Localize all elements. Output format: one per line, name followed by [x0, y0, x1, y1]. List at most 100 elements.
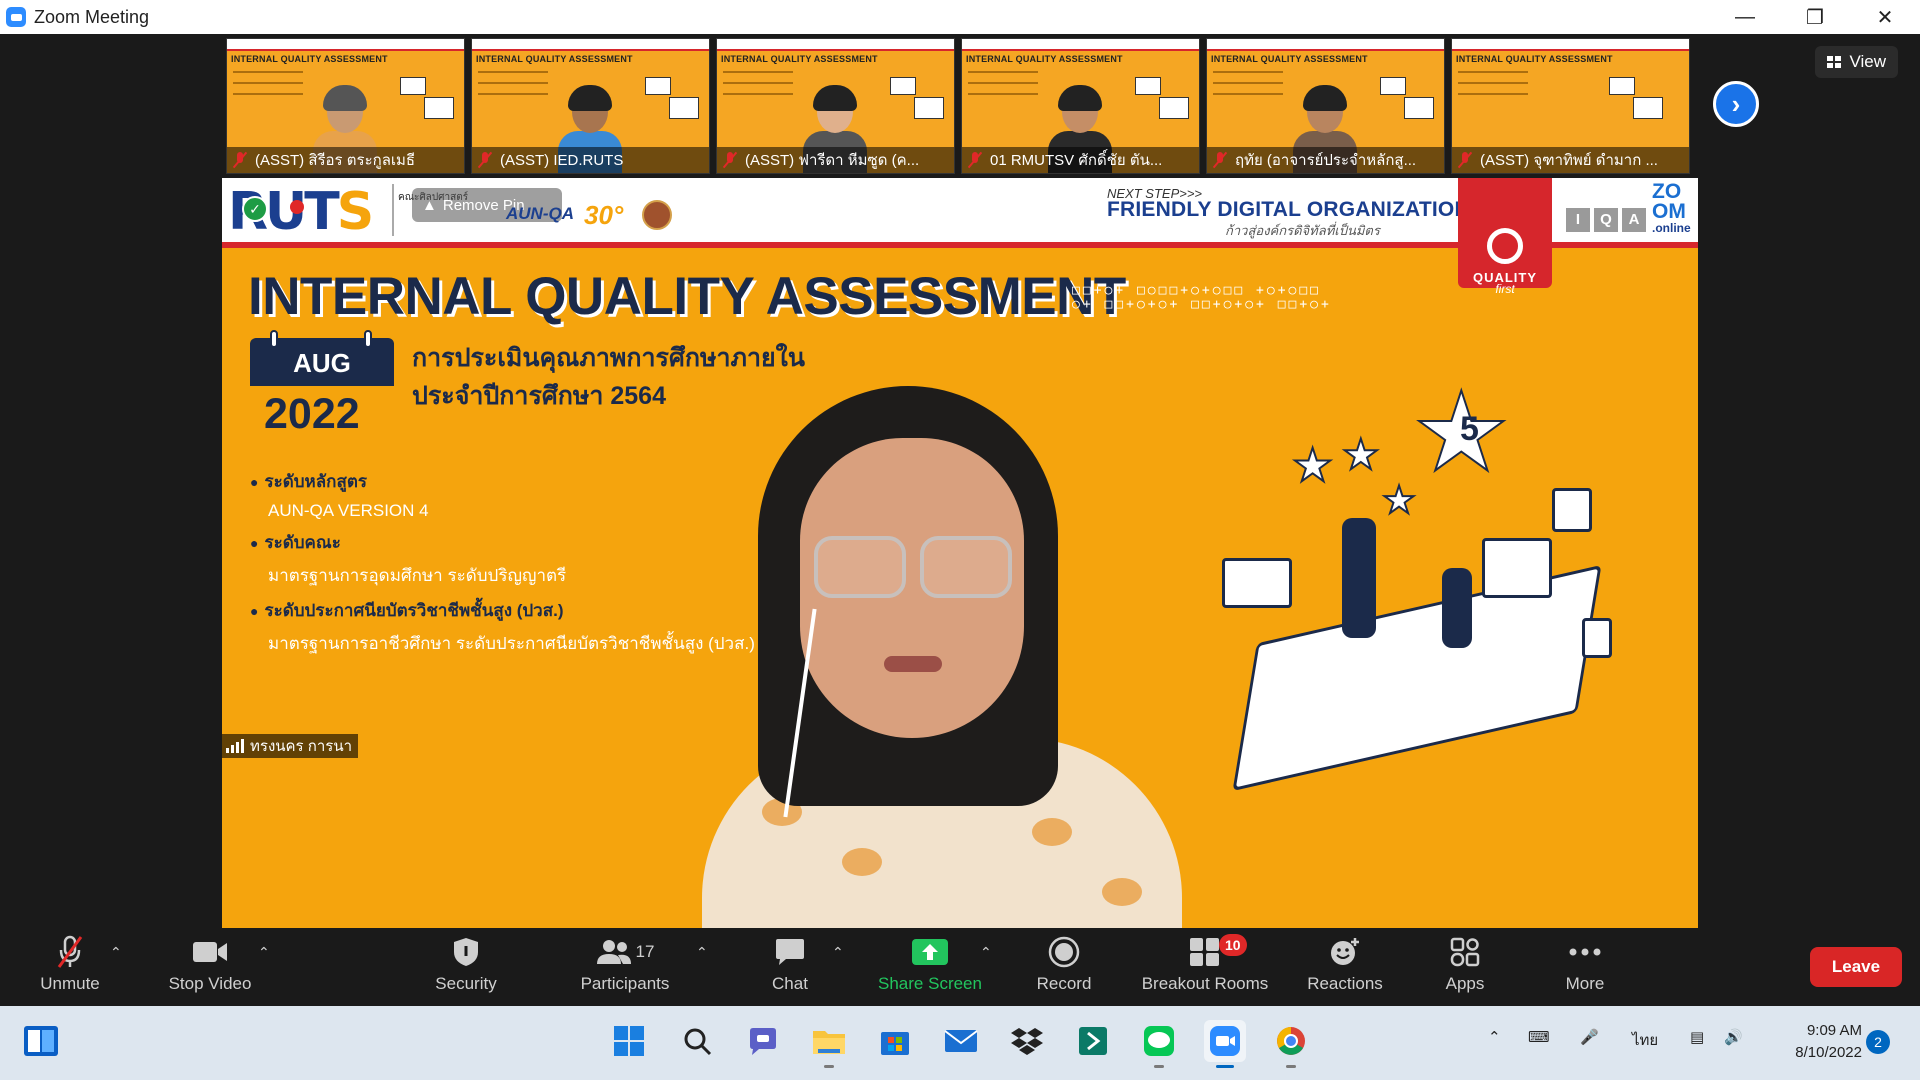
participant-thumbnail[interactable]: INTERNAL QUALITY ASSESSMENT (ASST) สิรีอ… [226, 38, 465, 174]
participant-name: (ASST) ฟารีดา หีมซูด (ค... [745, 152, 920, 169]
grid-icon [1827, 56, 1842, 68]
leave-button[interactable]: Leave [1810, 947, 1902, 987]
participants-count: 17 [635, 942, 655, 961]
chat-button[interactable]: Chat [750, 934, 830, 1000]
isometric-illustration: ★ 5 ★ ★ ★ [1222, 368, 1642, 848]
thumbnail-slide-heading: INTERNAL QUALITY ASSESSMENT [1456, 54, 1613, 64]
decorative-dots: □□+○+ □○□□+○+○□□ +○+○□□ ○+ □□+○+○+ □□+○+○… [1072, 283, 1332, 312]
thumbnail-slide-heading: INTERNAL QUALITY ASSESSMENT [476, 54, 633, 64]
file-explorer-icon[interactable] [808, 1020, 850, 1068]
system-clock[interactable]: 9:09 AM 8/10/2022 [1772, 1020, 1862, 1064]
participant-name: (ASST) จุฑาทิพย์ ดำมาก ... [1480, 152, 1658, 169]
windows-taskbar: ⌃ ⌨ 🎤 ไทย ▤ 🔊 9:09 AM 8/10/2022 2 [0, 1006, 1920, 1080]
breakout-rooms-icon: 10 [1189, 934, 1247, 970]
share-screen-button[interactable]: Share Screen [870, 934, 990, 1000]
minimize-button[interactable]: — [1710, 0, 1780, 34]
input-language[interactable]: ไทย [1632, 1028, 1658, 1052]
university-seal-icon [642, 200, 672, 230]
apps-icon [1450, 934, 1480, 970]
mail-icon[interactable] [940, 1020, 982, 1062]
participant-name: (ASST) IED.RUTS [500, 151, 624, 169]
dropbox-icon[interactable] [1006, 1020, 1048, 1062]
quality-first-badge: QUALITY first [1458, 178, 1552, 296]
volume-icon[interactable]: 🔊 [1724, 1028, 1743, 1046]
clock-time: 9:09 AM [1806, 1022, 1862, 1039]
participants-button[interactable]: 17 Participants [570, 934, 680, 1000]
meeting-toolbar: Unmute ⌃ Stop Video ⌃ Security 17 Partic… [0, 928, 1920, 1006]
mic-muted-icon [478, 151, 492, 169]
stop-video-button[interactable]: Stop Video [160, 934, 260, 1000]
zoom-app-icon [6, 7, 26, 27]
microphone-icon[interactable]: 🎤 [1580, 1028, 1599, 1046]
bullet-label: ระดับคณะ [250, 529, 755, 556]
record-icon [1048, 934, 1080, 970]
participant-thumbnail[interactable]: INTERNAL QUALITY ASSESSMENT (ASST) จุฑาท… [1451, 38, 1690, 174]
star-icon: ★ [1341, 430, 1381, 479]
mic-muted-icon [55, 934, 85, 970]
start-windows-icon[interactable] [608, 1020, 650, 1062]
security-button[interactable]: Security [426, 934, 506, 1000]
show-hidden-icons-chevron-icon[interactable]: ⌃ [1488, 1028, 1501, 1046]
participant-name: (ASST) สิรีอร ตระกูลเมธี [255, 152, 416, 169]
zoom-taskbar-icon[interactable] [1204, 1020, 1246, 1068]
smiley-icon [1329, 934, 1361, 970]
bullet-sub: AUN-QA VERSION 4 [268, 501, 429, 520]
participants-options-caret[interactable]: ⌃ [696, 944, 708, 961]
unmute-button[interactable]: Unmute [30, 934, 110, 1000]
chat-bubble-icon [774, 934, 806, 970]
mic-muted-icon [1213, 151, 1227, 169]
clock-date: 8/10/2022 [1795, 1044, 1862, 1061]
mic-muted-icon [1458, 151, 1472, 169]
notification-count-badge[interactable]: 2 [1866, 1030, 1890, 1054]
participant-thumbnail[interactable]: INTERNAL QUALITY ASSESSMENT (ASST) IED.R… [471, 38, 710, 174]
view-button[interactable]: View [1815, 46, 1898, 78]
bullet-sub: มาตรฐานการอุดมศึกษา ระดับปริญญาตรี [268, 566, 567, 585]
active-speaker-label: ทรงนคร การนา [222, 734, 359, 758]
network-icon[interactable]: ▤ [1690, 1028, 1704, 1046]
more-button[interactable]: More [1545, 934, 1625, 1000]
reactions-button[interactable]: Reactions [1300, 934, 1390, 1000]
record-button[interactable]: Record [1024, 934, 1104, 1000]
chrome-icon[interactable] [1270, 1020, 1312, 1068]
signal-strength-icon [226, 739, 244, 753]
video-options-caret[interactable]: ⌃ [258, 944, 270, 961]
apps-button[interactable]: Apps [1425, 934, 1505, 1000]
microsoft-store-icon[interactable] [874, 1020, 916, 1062]
sway-app-icon[interactable] [1072, 1020, 1114, 1062]
chevron-right-icon[interactable]: › [1713, 81, 1759, 127]
shield-icon [452, 934, 480, 970]
keyboard-icon[interactable]: ⌨ [1528, 1028, 1550, 1046]
breakout-count-badge: 10 [1219, 934, 1247, 956]
window-titlebar: Zoom Meeting — ❐ ✕ [0, 0, 1920, 34]
thumbnail-slide-heading: INTERNAL QUALITY ASSESSMENT [966, 54, 1123, 64]
participant-thumbnail[interactable]: INTERNAL QUALITY ASSESSMENT (ASST) ฟารีด… [716, 38, 955, 174]
thumbnail-slide-heading: INTERNAL QUALITY ASSESSMENT [721, 54, 878, 64]
line-app-icon[interactable] [1138, 1020, 1180, 1068]
friendly-digital-thai: ก้าวสู่องค์กรดิจิทัลที่เป็นมิตร [1225, 223, 1380, 238]
teams-chat-icon[interactable] [742, 1020, 784, 1062]
search-icon[interactable] [676, 1020, 718, 1062]
close-button[interactable]: ✕ [1850, 0, 1920, 34]
participant-thumbnail[interactable]: INTERNAL QUALITY ASSESSMENT 01 RMUTSV ศั… [961, 38, 1200, 174]
restore-button[interactable]: ❐ [1780, 0, 1850, 34]
iqa-zoom-logo: I Q A ZO OM .online [1556, 178, 1698, 242]
thumbnail-slide-heading: INTERNAL QUALITY ASSESSMENT [231, 54, 388, 64]
calendar-year: 2022 [264, 390, 360, 438]
participant-thumbnail[interactable]: INTERNAL QUALITY ASSESSMENT ฤทัย (อาจารย… [1206, 38, 1445, 174]
thumbnail-slide-heading: INTERNAL QUALITY ASSESSMENT [1211, 54, 1368, 64]
participant-strip: INTERNAL QUALITY ASSESSMENT (ASST) สิรีอ… [226, 38, 1690, 174]
more-dots-icon [1568, 934, 1602, 970]
calendar-graphic: AUG 2022 [250, 330, 394, 448]
breakout-rooms-button[interactable]: 10 Breakout Rooms [1130, 934, 1280, 1000]
share-options-caret[interactable]: ⌃ [980, 944, 992, 961]
slide-bullets: ระดับหลักสูตร AUN-QA VERSION 4 ระดับคณะ … [250, 468, 755, 665]
participant-name: 01 RMUTSV ศักดิ์ชัย ตัน... [990, 152, 1163, 169]
mic-muted-icon [723, 151, 737, 169]
share-screen-icon [911, 934, 949, 970]
participants-icon: 17 [596, 934, 655, 970]
widgets-icon[interactable] [20, 1020, 62, 1062]
thai-title-line-2: ประจำปีการศึกษา 2564 [412, 382, 666, 410]
audio-options-caret[interactable]: ⌃ [110, 944, 122, 961]
recording-dot-icon [290, 200, 304, 214]
chat-options-caret[interactable]: ⌃ [832, 944, 844, 961]
